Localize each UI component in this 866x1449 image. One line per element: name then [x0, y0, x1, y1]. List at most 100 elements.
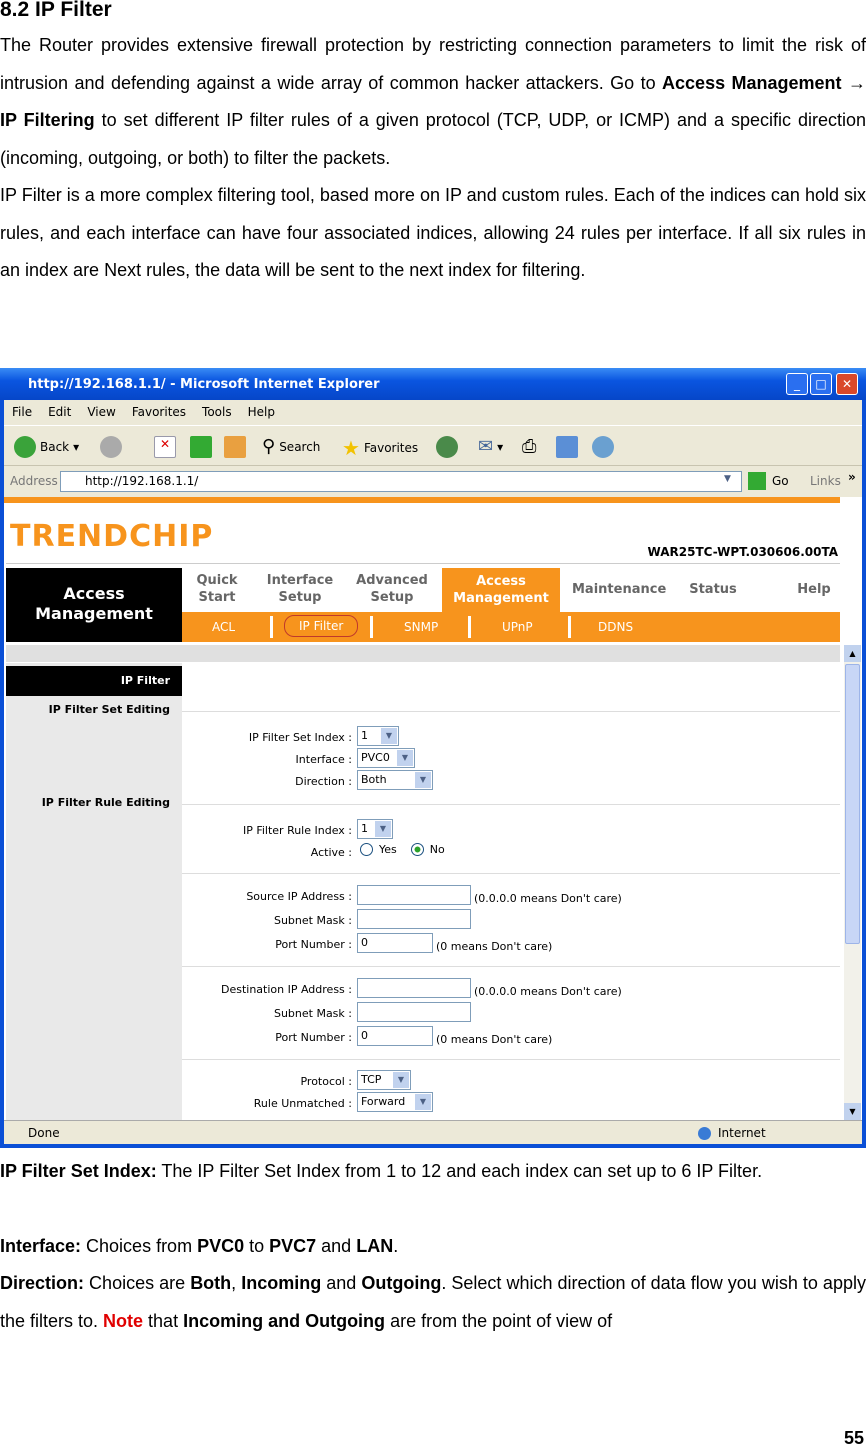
text: ,	[231, 1273, 242, 1293]
radio-yes[interactable]	[360, 843, 373, 856]
globe-icon	[698, 1127, 711, 1140]
tab-advanced-setup[interactable]: Advanced Setup	[354, 572, 430, 606]
scroll-up-icon[interactable]: ▲	[844, 645, 861, 662]
back-arrow-icon	[14, 436, 36, 458]
history-icon	[436, 436, 458, 458]
subnav: ACL IP Filter SNMP UPnP DDNS	[182, 612, 840, 642]
text: Choices are	[84, 1273, 191, 1293]
close-button[interactable]: ✕	[836, 373, 858, 395]
text: that	[143, 1310, 184, 1331]
set-index-select[interactable]: 1 ▼	[357, 726, 399, 746]
page-number: 55	[843, 1428, 864, 1448]
stop-button[interactable]: ✕	[154, 436, 176, 458]
section-heading: 8.2 IP Filter	[0, 0, 112, 21]
term: Direction:	[0, 1273, 85, 1293]
detail-paragraph: IP Filter is a more complex filtering to…	[0, 185, 866, 280]
separator	[568, 616, 571, 638]
menu-help[interactable]: Help	[248, 405, 275, 419]
back-button[interactable]: Back ▾	[14, 436, 79, 458]
source-port-input[interactable]: 0	[357, 933, 433, 953]
arrow: →	[841, 72, 866, 93]
address-dropdown-icon[interactable]: ▼	[724, 474, 731, 484]
tab-interface-setup[interactable]: Interface Setup	[262, 572, 338, 606]
tab-access-management[interactable]: Access Management	[442, 568, 560, 612]
subtab-ip-filter[interactable]: IP Filter	[284, 615, 359, 637]
subtab-snmp[interactable]: SNMP	[404, 620, 438, 634]
tab-status[interactable]: Status	[688, 581, 738, 598]
edit-button[interactable]	[556, 436, 578, 458]
menu-favorites[interactable]: Favorites	[132, 405, 186, 419]
source-mask-input[interactable]	[357, 909, 471, 929]
value: 1	[361, 729, 368, 742]
home-button[interactable]	[224, 436, 246, 458]
subtab-acl[interactable]: ACL	[212, 620, 235, 634]
address-input[interactable]: http://192.168.1.1/	[60, 471, 742, 492]
tab-quick-start[interactable]: Quick Start	[194, 572, 240, 606]
text: Access Management	[662, 72, 842, 93]
protocol-select[interactable]: TCP ▼	[357, 1070, 411, 1090]
print-button[interactable]: ⎙	[522, 436, 536, 457]
rule-editing-label: IP Filter Rule Editing	[41, 796, 170, 809]
text: Incoming and Outgoing	[183, 1310, 386, 1331]
set-index-label: IP Filter Set Index :	[248, 731, 352, 744]
menu-file[interactable]: File	[12, 405, 32, 419]
minimize-button[interactable]: _	[786, 373, 808, 395]
chevron-icon[interactable]: »	[848, 470, 856, 484]
vertical-scrollbar[interactable]: ▲ ▼	[844, 645, 861, 1120]
dest-ip-input[interactable]	[357, 978, 471, 998]
definition-set-index: IP Filter Set Index: The IP Filter Set I…	[0, 1153, 866, 1191]
tab-maintenance[interactable]: Maintenance	[572, 581, 666, 598]
menu-edit[interactable]: Edit	[48, 405, 71, 419]
dest-port-input[interactable]: 0	[357, 1026, 433, 1046]
text: PVC7	[269, 1236, 317, 1256]
label: Yes	[379, 843, 397, 856]
menu-tools[interactable]: Tools	[202, 405, 232, 419]
text: LAN	[356, 1236, 394, 1256]
edit-icon	[556, 436, 578, 458]
direction-select[interactable]: Both ▼	[357, 770, 433, 790]
text: Both	[190, 1273, 232, 1293]
radio-no[interactable]	[410, 843, 424, 856]
divider	[182, 1059, 840, 1060]
text: Choices from	[81, 1236, 198, 1256]
forward-button[interactable]	[100, 436, 122, 458]
divider	[6, 563, 840, 564]
rule-index-select[interactable]: 1 ▼	[357, 819, 393, 839]
dest-mask-input[interactable]	[357, 1002, 471, 1022]
separator	[468, 616, 471, 638]
favorites-button[interactable]: ★ Favorites	[342, 436, 418, 460]
menu-view[interactable]: View	[87, 405, 115, 419]
refresh-button[interactable]	[190, 436, 212, 458]
text: to	[244, 1236, 270, 1256]
definition-interface: Interface: Choices from PVC0 to PVC7 and…	[0, 1228, 866, 1266]
subtab-upnp[interactable]: UPnP	[502, 620, 533, 634]
browser-screenshot: http://192.168.1.1/ - Microsoft Internet…	[0, 368, 866, 1148]
chevron-down-icon: ▼	[415, 1094, 431, 1110]
mail-button[interactable]: ✉ ▾	[478, 436, 503, 457]
scroll-down-icon[interactable]: ▼	[844, 1103, 861, 1120]
tab-help[interactable]: Help	[794, 581, 834, 598]
interface-select[interactable]: PVC0 ▼	[357, 748, 415, 768]
home-icon	[224, 436, 246, 458]
label: Favorites	[363, 441, 419, 455]
history-button[interactable]	[436, 436, 458, 458]
label: Back	[40, 440, 70, 454]
messenger-button[interactable]	[592, 436, 614, 458]
scroll-thumb[interactable]	[845, 664, 860, 944]
links-button[interactable]: Links	[810, 474, 841, 488]
source-ip-input[interactable]	[357, 885, 471, 905]
hint: (0 means Don't care)	[436, 940, 553, 953]
subtab-ddns[interactable]: DDNS	[598, 620, 633, 634]
search-button[interactable]: ⚲ Search	[262, 436, 320, 457]
text: and	[316, 1236, 357, 1256]
firmware-version: WAR25TC-WPT.030606.00TA	[647, 545, 838, 559]
unmatched-select[interactable]: Forward ▼	[357, 1092, 433, 1112]
maximize-button[interactable]: □	[810, 373, 832, 395]
star-icon: ★	[342, 436, 360, 460]
note-label: Note	[103, 1310, 144, 1331]
rule-index-label: IP Filter Rule Index :	[242, 824, 352, 837]
stop-icon: ✕	[154, 436, 176, 458]
status-bar: Done Internet	[4, 1120, 862, 1144]
divider	[182, 804, 840, 805]
go-button[interactable]: Go	[748, 472, 789, 490]
